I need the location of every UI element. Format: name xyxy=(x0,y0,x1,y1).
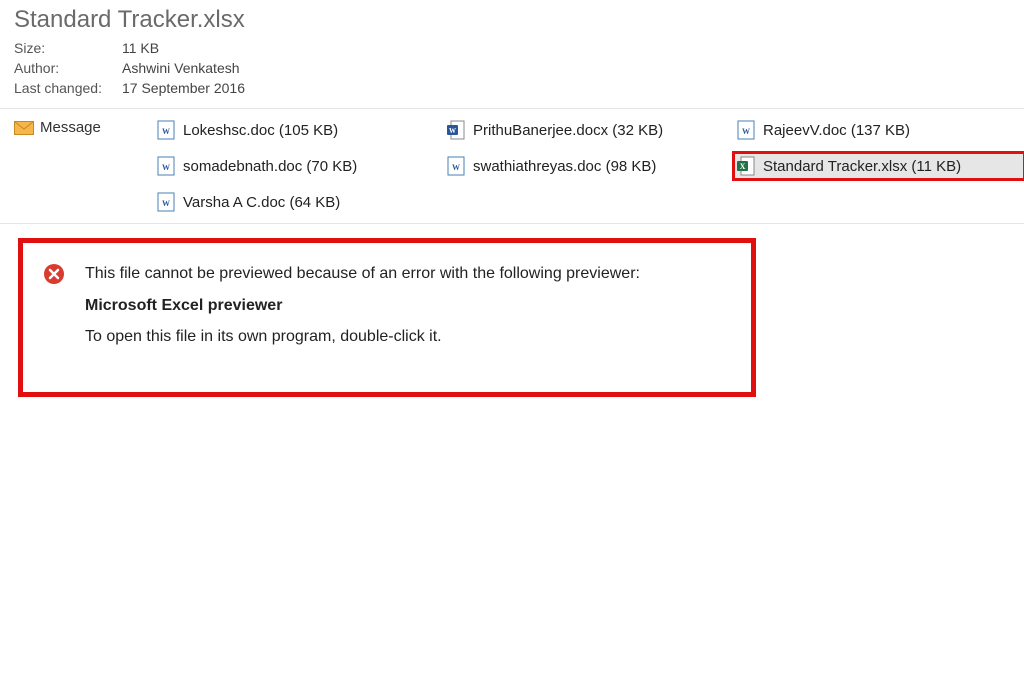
attachment-name: Lokeshsc.doc (105 KB) xyxy=(183,122,338,139)
docx-file-icon: W xyxy=(447,120,465,140)
doc-file-icon: W xyxy=(737,120,755,140)
svg-text:W: W xyxy=(162,127,170,136)
meta-size: Size: 11 KB xyxy=(14,40,1010,56)
attachment-item[interactable]: W Varsha A C.doc (64 KB) xyxy=(154,189,444,215)
attachment-item[interactable]: X Standard Tracker.xlsx (11 KB) xyxy=(734,153,1024,179)
attachment-name: somadebnath.doc (70 KB) xyxy=(183,158,357,175)
attachment-item[interactable]: W PrithuBanerjee.docx (32 KB) xyxy=(444,117,734,143)
attachment-item[interactable]: W RajeevV.doc (137 KB) xyxy=(734,117,1024,143)
file-title: Standard Tracker.xlsx xyxy=(14,6,1010,34)
attachment-item[interactable]: Wsomadebnath.doc (70 KB) xyxy=(154,153,444,179)
attachment-grid: W Lokeshsc.doc (105 KB) W PrithuBanerjee.do… xyxy=(154,117,1024,215)
envelope-icon xyxy=(14,121,34,135)
meta-value-size: 11 KB xyxy=(122,40,159,56)
error-line2: To open this file in its own program, do… xyxy=(85,324,640,350)
svg-text:W: W xyxy=(452,163,460,172)
svg-text:W: W xyxy=(162,163,170,172)
attachment-name: RajeevV.doc (137 KB) xyxy=(763,122,910,139)
attachment-item[interactable]: Wswathiathreyas.doc (98 KB) xyxy=(444,153,734,179)
preview-error-panel: This file cannot be previewed because of… xyxy=(18,238,756,397)
svg-text:W: W xyxy=(162,199,170,208)
attachment-name: Standard Tracker.xlsx (11 KB) xyxy=(763,158,961,175)
doc-file-icon: W xyxy=(157,120,175,140)
error-line1: This file cannot be previewed because of… xyxy=(85,261,640,287)
meta-author: Author: Ashwini Venkatesh xyxy=(14,60,1010,76)
svg-text:W: W xyxy=(742,127,750,136)
svg-text:W: W xyxy=(449,127,456,135)
doc-file-icon: W xyxy=(157,156,175,176)
meta-label-size: Size: xyxy=(14,40,122,56)
doc-file-icon: W xyxy=(447,156,465,176)
xlsx-file-icon: X xyxy=(737,156,755,176)
meta-label-author: Author: xyxy=(14,60,122,76)
message-label: Message xyxy=(40,119,101,136)
attachment-name: Varsha A C.doc (64 KB) xyxy=(183,194,340,211)
attachment-item[interactable]: W Lokeshsc.doc (105 KB) xyxy=(154,117,444,143)
meta-value-lastchanged: 17 September 2016 xyxy=(122,80,245,96)
error-icon xyxy=(43,263,65,285)
error-text: This file cannot be previewed because of… xyxy=(85,261,640,350)
attachment-name: PrithuBanerjee.docx (32 KB) xyxy=(473,122,663,139)
meta-value-author: Ashwini Venkatesh xyxy=(122,60,240,76)
meta-label-lastchanged: Last changed: xyxy=(14,80,122,96)
attachments-bar: Message W Lokeshsc.doc (105 KB) W PrithuBan… xyxy=(0,109,1024,224)
attachment-name: swathiathreyas.doc (98 KB) xyxy=(473,158,656,175)
error-previewer-name: Microsoft Excel previewer xyxy=(85,293,640,319)
message-button[interactable]: Message xyxy=(14,117,154,136)
meta-last-changed: Last changed: 17 September 2016 xyxy=(14,80,1010,96)
doc-file-icon: W xyxy=(157,192,175,212)
file-info-header: Standard Tracker.xlsx Size: 11 KB Author… xyxy=(0,0,1024,109)
svg-text:X: X xyxy=(740,162,746,171)
